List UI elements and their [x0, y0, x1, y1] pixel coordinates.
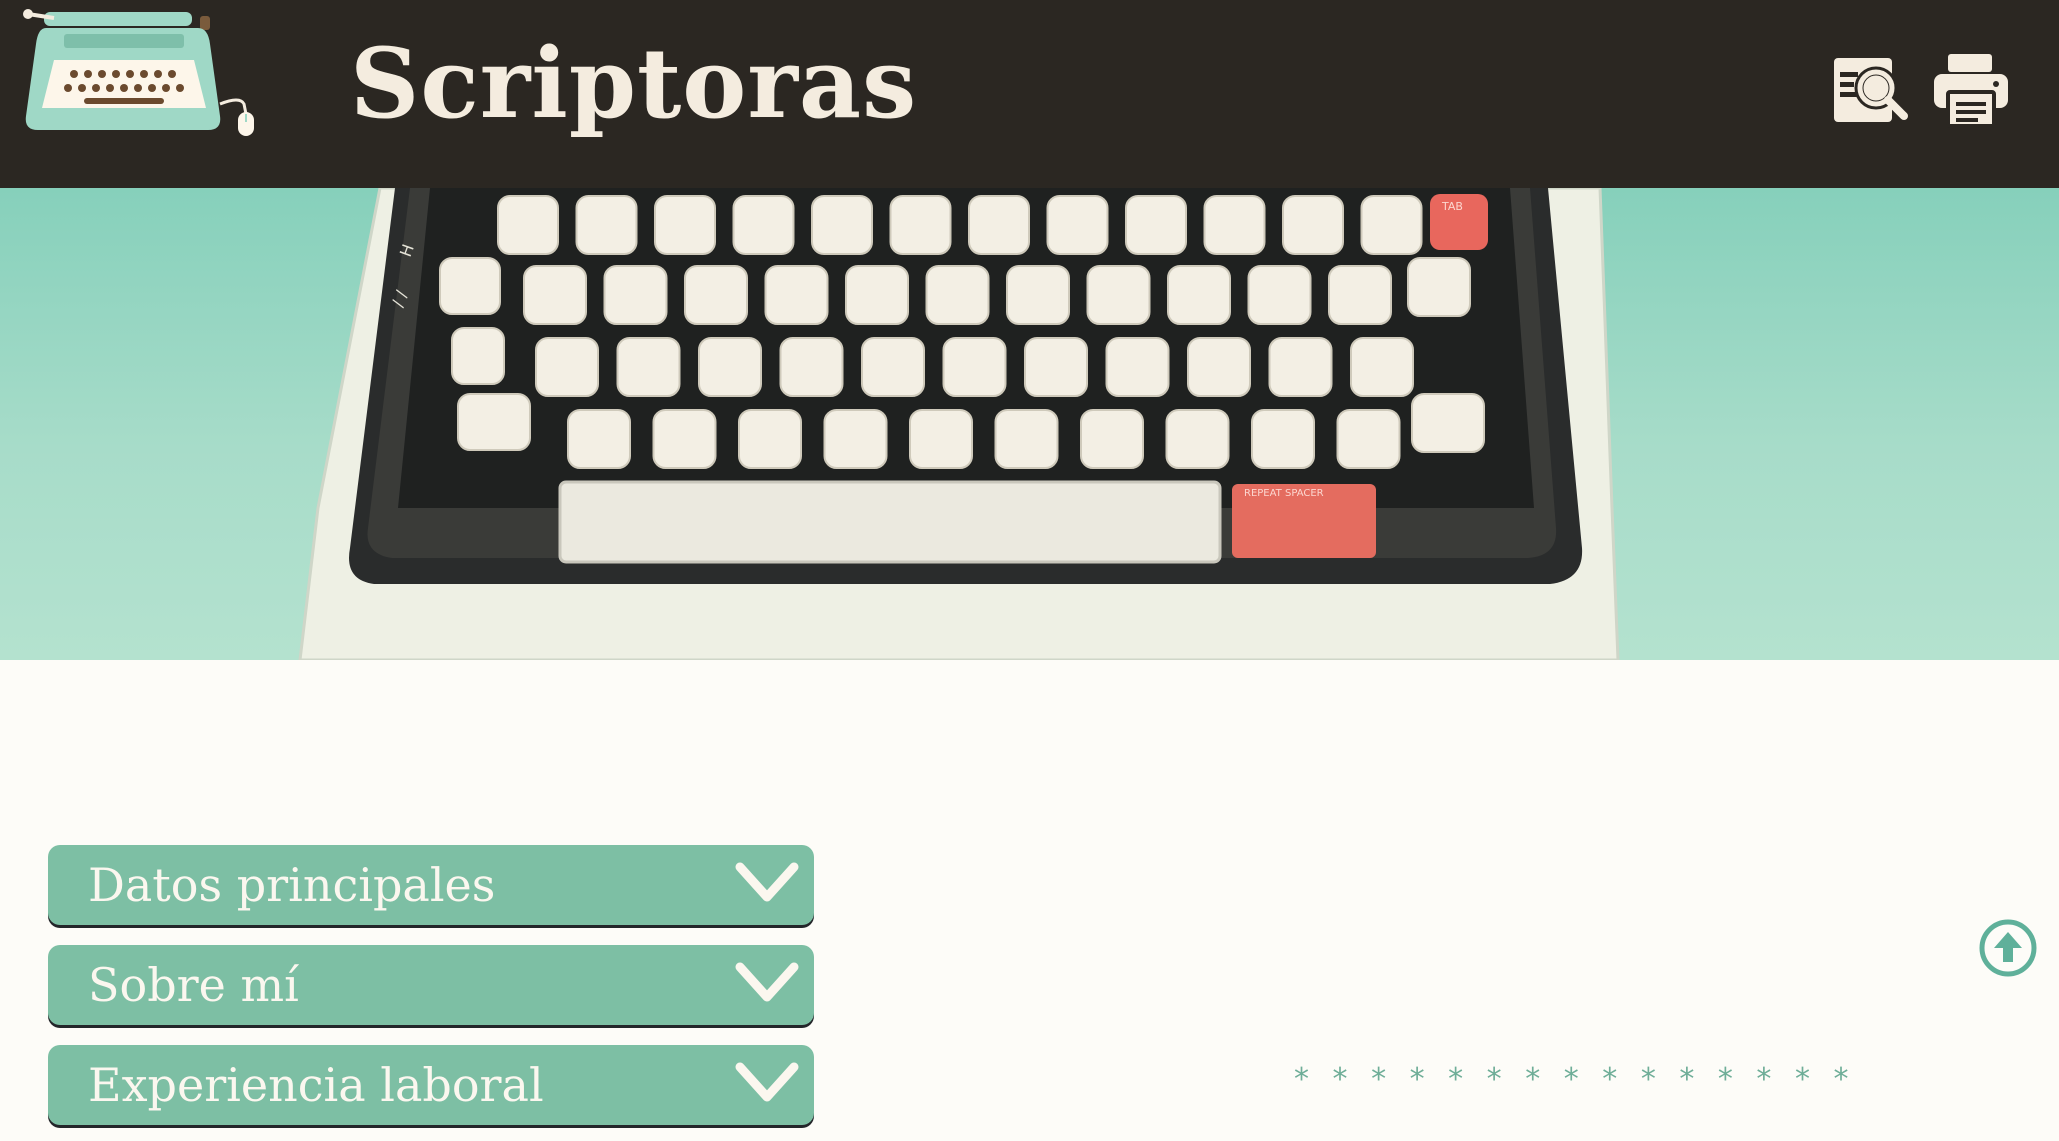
chevron-down-icon[interactable] [734, 1057, 800, 1107]
accordion-datos-principales[interactable]: Datos principales [48, 845, 814, 925]
accordion-label: Datos principales [88, 858, 496, 912]
search-document-icon[interactable] [1832, 50, 1910, 128]
hero-typewriter-image: H / / REPEAT SPACER TAB [0, 188, 2059, 660]
accordion-sobre-mi[interactable]: Sobre mí [48, 945, 814, 1025]
cv-accordion: Datos principales Sobre mí Experiencia l… [48, 845, 814, 1141]
svg-text:TAB: TAB [1441, 200, 1463, 213]
accordion-experiencia-laboral[interactable]: Experiencia laboral [48, 1045, 814, 1125]
accordion-label: Sobre mí [88, 958, 299, 1012]
site-header: Scriptoras [0, 0, 2059, 188]
stars-divider: * * * * * * * * * * * * * * * [1294, 1062, 1856, 1097]
printer-icon[interactable] [1932, 50, 2010, 128]
svg-text:REPEAT SPACER: REPEAT SPACER [1244, 488, 1324, 499]
site-title[interactable]: Scriptoras [350, 24, 917, 144]
chevron-down-icon[interactable] [734, 957, 800, 1007]
arrow-up-circle-icon[interactable] [1978, 918, 2038, 978]
page: Scriptoras H / / REPEAT SPACER TAB Datos… [0, 0, 2059, 1141]
accordion-label: Experiencia laboral [88, 1058, 544, 1112]
typewriter-logo-icon[interactable] [14, 4, 254, 138]
chevron-down-icon[interactable] [734, 857, 800, 907]
